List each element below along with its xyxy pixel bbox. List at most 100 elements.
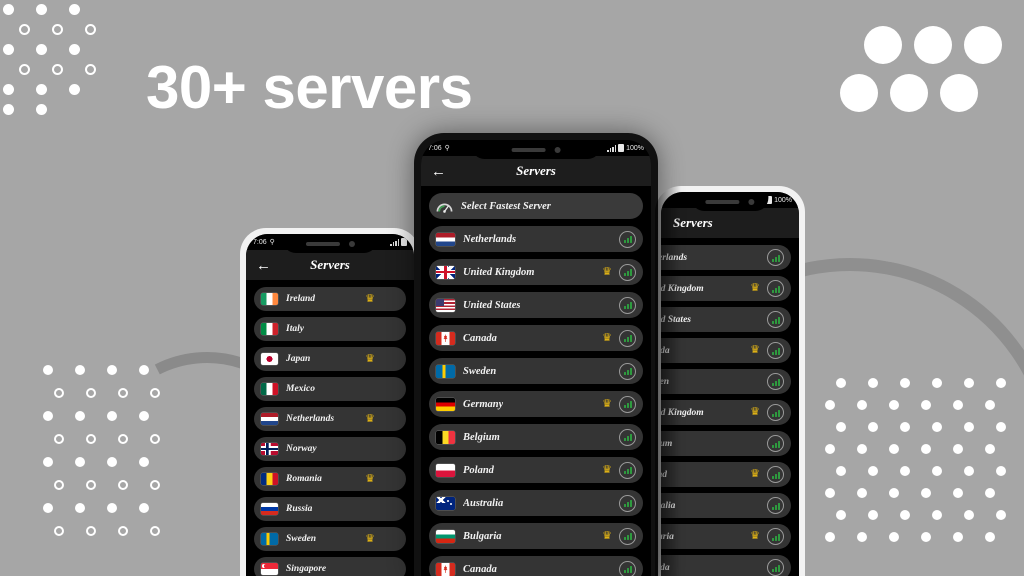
server-row[interactable]: United Kingdom ♛ xyxy=(661,276,791,301)
server-row[interactable]: Ireland ♛ xyxy=(254,287,406,311)
signal-strength-icon xyxy=(619,263,636,281)
server-row[interactable]: Sweden♛ xyxy=(254,527,406,551)
front-camera-icon xyxy=(348,240,355,247)
center-phone-screen: 7:06 ⚲ 100% ← Servers Select Fastest Ser… xyxy=(421,140,651,576)
server-row[interactable]: Poland ♛ xyxy=(429,457,643,483)
left-app-bar: ← Servers xyxy=(246,250,414,280)
flag-icon-mx xyxy=(261,383,278,395)
signal-strength-icon xyxy=(767,404,784,421)
decorative-ring xyxy=(85,24,96,35)
server-row[interactable]: Germany ♛ xyxy=(429,391,643,417)
server-row[interactable]: Poland ♛ xyxy=(661,462,791,487)
server-name-label: Bulgaria xyxy=(661,531,674,542)
server-name-label: Romania xyxy=(286,474,322,484)
server-row[interactable]: Romania ♛ xyxy=(254,467,406,491)
flag-icon-de xyxy=(436,397,455,411)
decorative-dot xyxy=(914,26,952,64)
decorative-ring xyxy=(85,64,96,75)
premium-crown-icon: ♛ xyxy=(750,530,760,542)
server-name-label: Australia xyxy=(463,497,504,509)
server-name-label: Belgium xyxy=(661,438,673,449)
decorative-dot xyxy=(3,44,14,55)
server-name-label: Poland xyxy=(463,464,494,476)
flag-icon-se xyxy=(261,533,278,545)
decorative-dot xyxy=(985,488,995,498)
decorative-ring xyxy=(19,64,30,75)
decorative-dot xyxy=(857,488,867,498)
server-row[interactable]: Sweden♛ xyxy=(429,358,643,384)
dot-pattern-top-left xyxy=(0,4,118,124)
server-row[interactable]: Russia♛ xyxy=(254,497,406,521)
server-row[interactable]: Belgium♛ xyxy=(661,431,791,456)
server-row[interactable]: Japan ♛ xyxy=(254,347,406,371)
decorative-dot xyxy=(996,422,1006,432)
decorative-dot xyxy=(43,503,53,513)
decorative-dot xyxy=(900,510,910,520)
premium-crown-icon: ♛ xyxy=(750,468,760,480)
server-row[interactable]: Canada♛ xyxy=(429,556,643,576)
status-time: 7:06 xyxy=(428,144,442,152)
dot-pattern-bottom-right xyxy=(825,378,1024,554)
signal-strength-icon xyxy=(767,435,784,452)
server-row[interactable]: Bulgaria ♛ xyxy=(429,523,643,549)
server-row[interactable]: United Kingdom ♛ xyxy=(661,400,791,425)
server-row[interactable]: Australia♛ xyxy=(661,493,791,518)
decorative-dot xyxy=(985,400,995,410)
speedometer-icon xyxy=(436,203,453,213)
server-row[interactable]: Belgium♛ xyxy=(429,424,643,450)
decorative-dot xyxy=(900,378,910,388)
flag-icon-sg xyxy=(261,563,278,575)
signal-strength-icon xyxy=(767,528,784,545)
right-phone-notch xyxy=(691,192,769,211)
server-row[interactable]: Canada♛ xyxy=(429,325,643,351)
signal-strength-icon xyxy=(767,342,784,359)
server-name-label: Singapore xyxy=(286,564,327,574)
decorative-dot xyxy=(857,400,867,410)
signal-strength-icon xyxy=(619,494,636,512)
right-server-list[interactable]: Netherlands♛ United Kingdom♛ United States… xyxy=(661,238,799,576)
select-fastest-server-row[interactable]: Select Fastest Server xyxy=(429,193,643,219)
decorative-ring xyxy=(118,526,128,536)
server-row[interactable]: Italy♛ xyxy=(254,317,406,341)
server-row[interactable]: Netherlands♛ xyxy=(429,226,643,252)
decorative-dot xyxy=(964,422,974,432)
server-row[interactable]: Canada♛ xyxy=(661,338,791,363)
decorative-dot xyxy=(69,44,80,55)
server-name-label: United States xyxy=(463,299,521,311)
decorative-dot xyxy=(953,532,963,542)
back-arrow-icon[interactable]: ← xyxy=(431,164,447,179)
server-row[interactable]: United Kingdom ♛ xyxy=(429,259,643,285)
server-row[interactable]: Singapore♛ xyxy=(254,557,406,576)
decorative-dot xyxy=(825,488,835,498)
left-server-list[interactable]: Ireland♛ Italy♛ Japan♛ Mexico♛ Netherlands♛ N… xyxy=(246,280,414,576)
decorative-dot xyxy=(964,466,974,476)
server-row[interactable]: Netherlands♛ xyxy=(254,407,406,431)
server-name-label: Germany xyxy=(463,398,504,410)
server-name-label: Mexico xyxy=(286,384,316,394)
server-row[interactable]: Canada♛ xyxy=(661,555,791,576)
flag-icon-au xyxy=(436,496,455,510)
decorative-dot xyxy=(3,104,14,115)
back-arrow-icon[interactable]: ← xyxy=(256,258,272,273)
server-row[interactable]: Netherlands♛ xyxy=(661,245,791,270)
decorative-dot xyxy=(889,532,899,542)
battery-icon xyxy=(401,238,407,246)
center-server-list[interactable]: Select Fastest Server Netherlands♛ United… xyxy=(421,186,651,576)
signal-strength-icon xyxy=(767,249,784,266)
server-row[interactable]: Bulgaria ♛ xyxy=(661,524,791,549)
server-row[interactable]: United States♛ xyxy=(429,292,643,318)
decorative-dot xyxy=(932,378,942,388)
server-row[interactable]: Mexico♛ xyxy=(254,377,406,401)
premium-crown-icon: ♛ xyxy=(750,282,760,294)
server-row[interactable]: United States♛ xyxy=(661,307,791,332)
decorative-ring xyxy=(86,388,96,398)
decorative-dot xyxy=(75,411,85,421)
decorative-dot xyxy=(964,26,1002,64)
decorative-dot xyxy=(75,503,85,513)
decorative-dot xyxy=(836,510,846,520)
center-app-bar-title: Servers xyxy=(516,163,556,178)
server-row[interactable]: Sweden♛ xyxy=(661,369,791,394)
decorative-ring xyxy=(118,480,128,490)
server-row[interactable]: Australia♛ xyxy=(429,490,643,516)
server-row[interactable]: Norway♛ xyxy=(254,437,406,461)
